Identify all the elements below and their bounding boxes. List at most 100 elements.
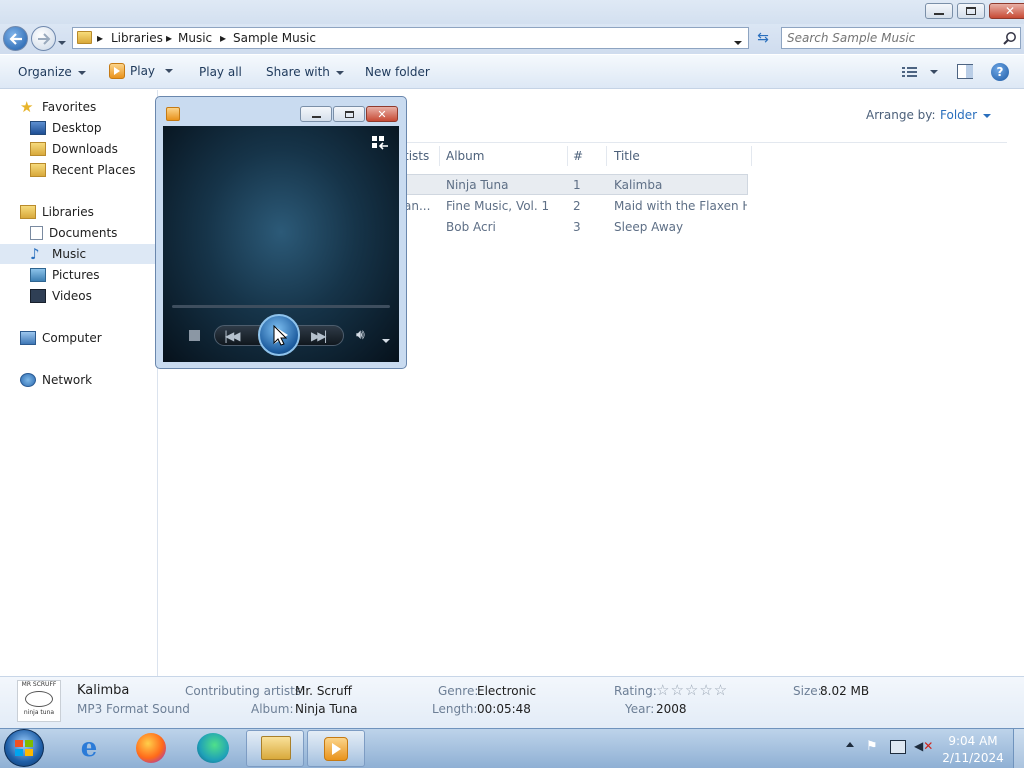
recent-pages-dropdown[interactable]: [58, 35, 66, 49]
back-arrow-icon: [8, 32, 22, 45]
switch-to-library-icon: [372, 136, 388, 150]
cell-album: Bob Acri: [446, 220, 496, 234]
volume-tray-button[interactable]: ◀✕: [914, 739, 933, 753]
rating-label: Rating:: [614, 684, 657, 698]
flag-icon: ⚑: [866, 739, 878, 754]
player-close-button[interactable]: ✕: [366, 106, 398, 122]
switch-to-library-button[interactable]: [371, 135, 389, 151]
breadcrumb-music[interactable]: Music: [178, 31, 212, 45]
taskbar-media-player-button[interactable]: [307, 730, 365, 767]
arrange-by-value: Folder: [940, 108, 978, 122]
computer-icon: [20, 331, 36, 345]
arrange-by-dropdown[interactable]: Folder: [940, 108, 992, 122]
column-album[interactable]: Album: [446, 146, 568, 166]
table-row[interactable]: Ninja Tuna 1 Kalimba: [401, 175, 748, 195]
stop-button[interactable]: [189, 330, 200, 341]
column-contributing-artists[interactable]: tists: [404, 146, 440, 166]
seek-bar[interactable]: [172, 305, 390, 308]
breadcrumb-sample-music[interactable]: Sample Music: [233, 31, 316, 45]
cell-num: 2: [573, 199, 581, 213]
player-minimize-button[interactable]: [300, 106, 332, 122]
size-value: 8.02 MB: [820, 684, 870, 698]
address-bar[interactable]: ▸ Libraries ▸ Music ▸ Sample Music: [72, 27, 749, 49]
nav-music[interactable]: ♪ Music: [0, 244, 157, 264]
address-dropdown[interactable]: [734, 35, 742, 49]
nav-downloads-label: Downloads: [52, 142, 118, 156]
show-desktop-button[interactable]: [1013, 729, 1024, 768]
rating-stars[interactable]: ☆☆☆☆☆: [656, 681, 728, 699]
share-with-button[interactable]: Share with: [266, 65, 344, 79]
new-folder-button[interactable]: New folder: [365, 65, 430, 79]
windows-start-icon: [15, 740, 33, 756]
clock-date: 2/11/2024: [942, 751, 1004, 765]
nav-computer[interactable]: Computer: [0, 328, 157, 348]
help-button[interactable]: ?: [991, 63, 1009, 81]
system-clock[interactable]: 9:04 AM 2/11/2024: [938, 733, 1008, 767]
nav-favorites[interactable]: ★ Favorites: [0, 97, 157, 117]
nav-computer-label: Computer: [42, 331, 102, 345]
player-maximize-button[interactable]: [333, 106, 365, 122]
genre-value[interactable]: Electronic: [477, 684, 536, 698]
cell-title: Maid with the Flaxen H...: [614, 199, 747, 213]
mute-button[interactable]: 🔊︎: [356, 327, 365, 343]
year-value[interactable]: 2008: [656, 702, 687, 716]
network-status-button[interactable]: [890, 740, 906, 754]
firefox-button[interactable]: [136, 733, 166, 763]
internet-explorer-button[interactable]: e: [73, 733, 105, 763]
breadcrumb-separator[interactable]: ▸: [166, 31, 172, 45]
volume-slider-dropdown[interactable]: [382, 333, 390, 347]
next-button[interactable]: ▶▶|: [311, 329, 337, 343]
show-hidden-icons-button[interactable]: [846, 742, 854, 747]
action-center-button[interactable]: ⚑: [866, 739, 878, 754]
back-button[interactable]: [3, 26, 28, 51]
minimize-button[interactable]: [925, 3, 953, 19]
nav-recent-places[interactable]: Recent Places: [0, 160, 157, 180]
nav-network[interactable]: Network: [0, 370, 157, 390]
search-box[interactable]: [781, 27, 1021, 49]
maximize-icon: [344, 110, 354, 118]
restore-button[interactable]: [957, 3, 985, 19]
forward-button[interactable]: [31, 26, 56, 51]
nav-desktop[interactable]: Desktop: [0, 118, 157, 138]
nav-videos[interactable]: Videos: [0, 286, 157, 306]
folder-icon: [261, 736, 291, 760]
divider: [401, 142, 1007, 143]
share-with-label: Share with: [266, 65, 330, 79]
cell-num: 1: [573, 178, 581, 192]
album-value[interactable]: Ninja Tuna: [295, 702, 358, 716]
nav-pictures[interactable]: Pictures: [0, 265, 157, 285]
chevron-down-icon: [335, 70, 344, 75]
nav-downloads[interactable]: Downloads: [0, 139, 157, 159]
contributing-artists-value[interactable]: Mr. Scruff: [295, 684, 352, 698]
breadcrumb-separator[interactable]: ▸: [97, 31, 103, 45]
nav-network-label: Network: [42, 373, 93, 387]
nav-libraries[interactable]: Libraries: [0, 202, 157, 222]
cell-title: Sleep Away: [614, 220, 684, 234]
refresh-button[interactable]: ⇆: [751, 28, 775, 48]
file-name: Kalimba: [77, 683, 130, 698]
nav-pictures-label: Pictures: [52, 268, 100, 282]
breadcrumb-separator[interactable]: ▸: [220, 31, 226, 45]
play-all-button[interactable]: Play all: [199, 65, 242, 79]
mouse-cursor-icon: [273, 325, 287, 346]
column-title[interactable]: Title: [614, 146, 752, 166]
change-view-button[interactable]: [902, 66, 938, 78]
nav-documents[interactable]: Documents: [0, 223, 157, 243]
previous-button[interactable]: |◀◀: [224, 329, 250, 343]
edge-button[interactable]: [197, 733, 229, 763]
start-button[interactable]: [4, 729, 44, 767]
taskbar-explorer-button[interactable]: [246, 730, 304, 767]
column-track-number[interactable]: #: [573, 146, 607, 166]
preview-pane-button[interactable]: [957, 64, 973, 79]
contributing-artists-label: Contributing artists:: [185, 684, 306, 698]
close-button[interactable]: ✕: [989, 3, 1024, 19]
breadcrumb-libraries[interactable]: Libraries: [111, 31, 163, 45]
documents-icon: [30, 226, 43, 240]
table-row[interactable]: an... Fine Music, Vol. 1 2 Maid with the…: [401, 196, 748, 216]
media-player-icon: [324, 737, 348, 761]
search-input[interactable]: [785, 30, 995, 46]
organize-label: Organize: [18, 65, 72, 79]
table-row[interactable]: Bob Acri 3 Sleep Away: [401, 217, 748, 237]
organize-button[interactable]: Organize: [18, 65, 86, 79]
play-button[interactable]: Play: [109, 63, 174, 79]
